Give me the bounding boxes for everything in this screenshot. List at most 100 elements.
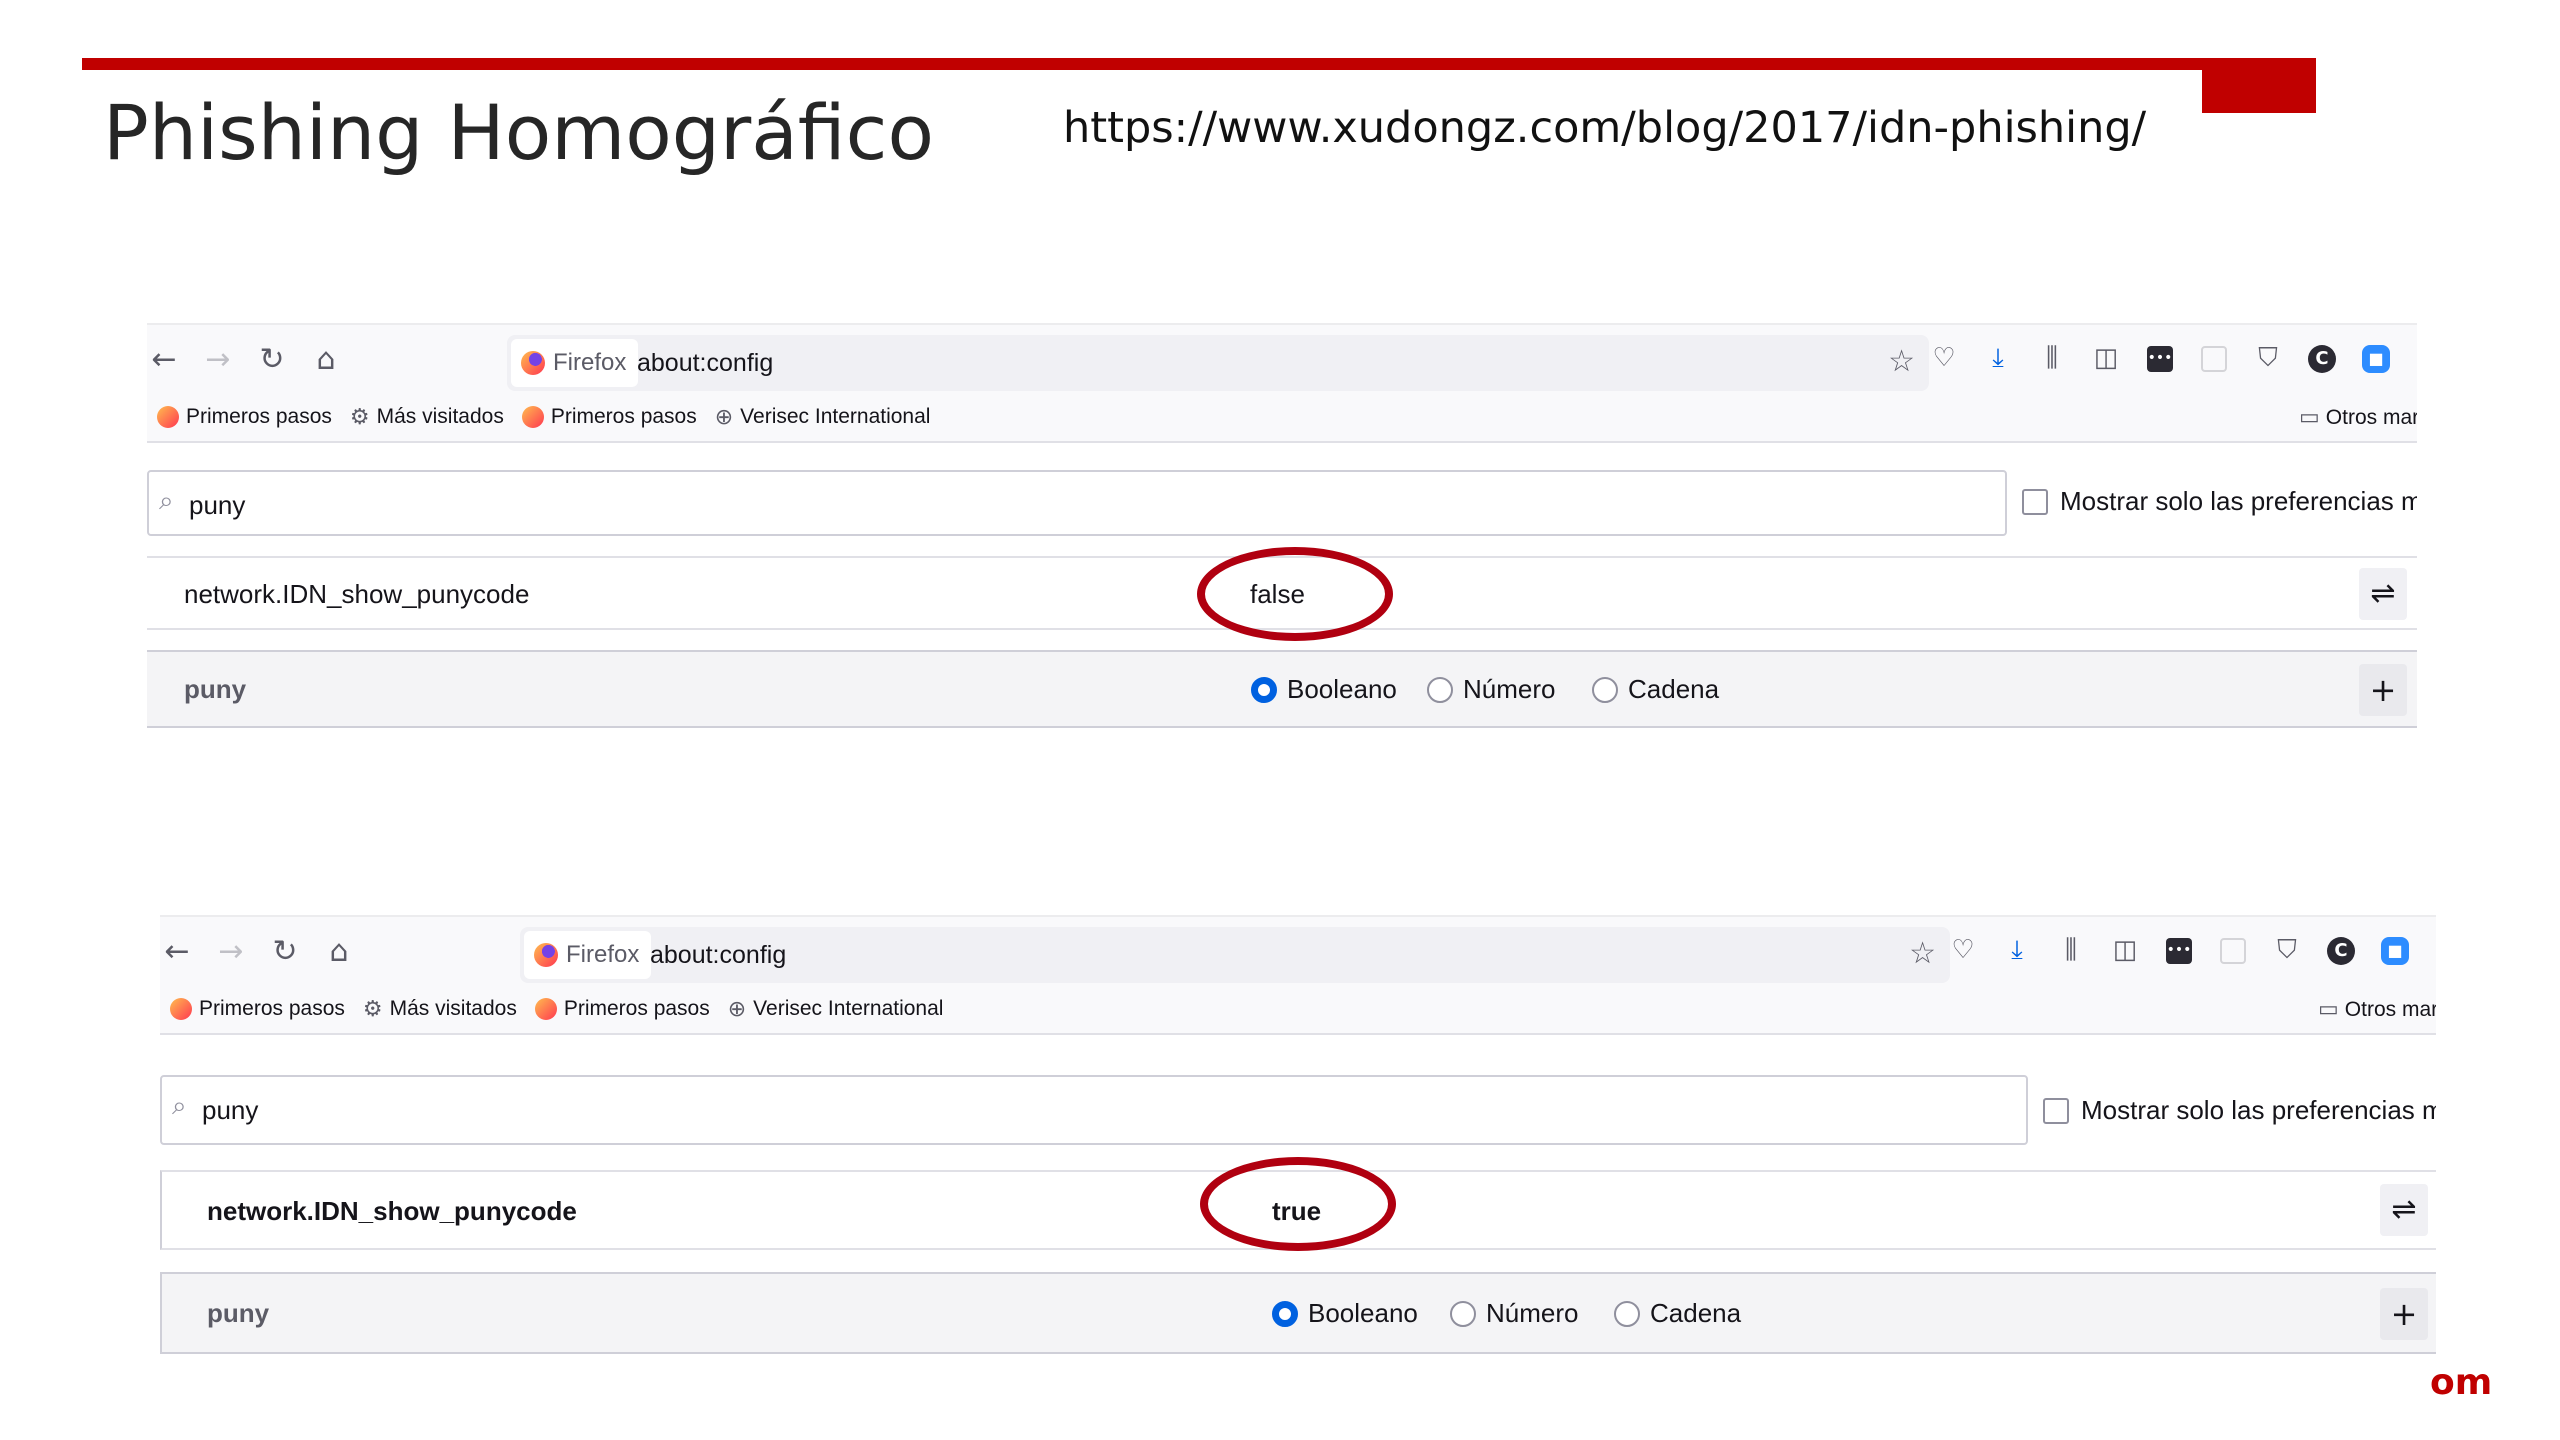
identity-box[interactable]: Firefox bbox=[524, 931, 652, 979]
extension-dark-icon[interactable]: ••• bbox=[2162, 931, 2196, 969]
title-accent-block bbox=[2202, 58, 2316, 113]
modified-only-label: Mostrar solo las preferencias modifi bbox=[2060, 486, 2417, 516]
firefox-logo-icon bbox=[521, 351, 545, 375]
bookmark-item[interactable]: ⊕ Verisec International bbox=[728, 997, 944, 1022]
back-arrow-icon[interactable]: ← bbox=[147, 343, 181, 377]
bookmark-item[interactable]: ⚙ Más visitados bbox=[363, 997, 517, 1022]
radio-string[interactable]: Cadena bbox=[1614, 1298, 1741, 1329]
browser-toolbar: ← → ↻ ⌂ Firefox about:config ☆ ♡ ⤓ ⫼ ◫ •… bbox=[147, 323, 2417, 393]
url-text[interactable]: about:config bbox=[637, 349, 773, 378]
preference-name: network.IDN_show_punycode bbox=[207, 1196, 577, 1226]
radio-button[interactable] bbox=[1450, 1300, 1476, 1327]
address-bar[interactable]: Firefox about:config ☆ bbox=[520, 927, 1950, 983]
toggle-button[interactable]: ⇌ bbox=[2359, 568, 2407, 620]
shield-extension-icon[interactable]: ⛉ bbox=[2251, 339, 2285, 377]
address-bar[interactable]: Firefox about:config ☆ bbox=[507, 335, 1929, 391]
bookmarks-toolbar: Primeros pasos ⚙ Más visitados Primeros p… bbox=[147, 393, 2417, 443]
library-icon[interactable]: ⫼ bbox=[2054, 931, 2088, 969]
downloads-icon[interactable]: ⤓ bbox=[2000, 931, 2034, 969]
library-icon[interactable]: ⫼ bbox=[2035, 339, 2069, 377]
radio-button-selected[interactable] bbox=[1272, 1300, 1298, 1327]
downloads-icon[interactable]: ⤓ bbox=[1981, 339, 2015, 377]
forward-arrow-icon[interactable]: → bbox=[201, 343, 235, 377]
bookmark-item[interactable]: ⊕ Verisec International bbox=[715, 405, 931, 430]
reload-icon[interactable]: ↻ bbox=[268, 935, 302, 969]
checkbox-box[interactable] bbox=[2022, 488, 2048, 515]
toolbar-icons: ♡ ⤓ ⫼ ◫ ••• ⛉ C ■ bbox=[1927, 339, 2393, 377]
url-text[interactable]: about:config bbox=[650, 941, 786, 970]
preference-search-input[interactable]: ⌕ puny bbox=[160, 1075, 2028, 1145]
toolbar-icons: ♡ ⤓ ⫼ ◫ ••• ⛉ C ■ bbox=[1946, 931, 2412, 969]
toggle-button[interactable]: ⇌ bbox=[2380, 1184, 2428, 1236]
back-arrow-icon[interactable]: ← bbox=[160, 935, 194, 969]
identity-label: Firefox bbox=[553, 349, 627, 376]
source-url: https://www.xudongz.com/blog/2017/idn-ph… bbox=[1063, 103, 2147, 153]
other-bookmarks[interactable]: ▭Otros marca bbox=[2318, 997, 2436, 1022]
search-icon: ⌕ bbox=[172, 1091, 187, 1121]
bookmark-star-icon[interactable]: ☆ bbox=[1909, 936, 1936, 971]
shield-extension-icon[interactable]: ⛉ bbox=[2270, 931, 2304, 969]
search-value: puny bbox=[189, 490, 246, 520]
new-preference-name: puny bbox=[184, 674, 247, 704]
forward-arrow-icon[interactable]: → bbox=[214, 935, 248, 969]
add-preference-button[interactable]: + bbox=[2359, 664, 2407, 716]
home-icon[interactable]: ⌂ bbox=[309, 343, 343, 377]
radio-string[interactable]: Cadena bbox=[1592, 674, 1719, 705]
search-icon: ⌕ bbox=[159, 486, 174, 516]
radio-button[interactable] bbox=[1427, 676, 1453, 703]
other-bookmarks[interactable]: ▭Otros marca bbox=[2299, 405, 2417, 430]
folder-icon: ▭ bbox=[2299, 405, 2320, 430]
radio-number[interactable]: Número bbox=[1427, 674, 1555, 705]
folder-icon: ▭ bbox=[2318, 997, 2339, 1022]
preference-search-input[interactable]: ⌕ puny bbox=[147, 470, 2007, 536]
extension-dark-icon[interactable]: ••• bbox=[2143, 339, 2177, 377]
bookmark-item[interactable]: Primeros pasos bbox=[534, 997, 710, 1021]
firefox-bookmark-icon bbox=[521, 406, 544, 428]
radio-boolean[interactable]: Booleano bbox=[1251, 674, 1397, 705]
reload-icon[interactable]: ↻ bbox=[255, 343, 289, 377]
gear-icon: ⚙ bbox=[362, 996, 383, 1022]
add-preference-button[interactable]: + bbox=[2380, 1288, 2428, 1340]
video-extension-icon[interactable]: ■ bbox=[2359, 339, 2393, 377]
search-value: puny bbox=[202, 1095, 259, 1125]
new-preference-row: puny Booleano Número Cadena + bbox=[160, 1272, 2436, 1354]
modified-only-checkbox[interactable]: Mostrar solo las preferencias modifi bbox=[2022, 486, 2417, 517]
home-icon[interactable]: ⌂ bbox=[322, 935, 356, 969]
screenshot-true-setting: ← → ↻ ⌂ Firefox about:config ☆ ♡ ⤓ ⫼ ◫ •… bbox=[160, 915, 2436, 1355]
extension-light-icon[interactable] bbox=[2197, 339, 2231, 377]
sidebar-icon[interactable]: ◫ bbox=[2089, 339, 2123, 377]
title-accent-bar bbox=[82, 58, 2212, 70]
firefox-bookmark-icon bbox=[534, 998, 557, 1020]
corner-text: om bbox=[2430, 1362, 2493, 1403]
new-preference-row: puny Booleano Número Cadena + bbox=[147, 650, 2417, 728]
bookmark-item[interactable]: ⚙ Más visitados bbox=[350, 405, 504, 430]
bookmark-item[interactable]: Primeros pasos bbox=[170, 997, 345, 1021]
identity-box[interactable]: Firefox bbox=[511, 339, 639, 387]
c-extension-icon[interactable]: C bbox=[2305, 339, 2339, 377]
bookmark-item[interactable]: Primeros pasos bbox=[157, 405, 332, 429]
identity-label: Firefox bbox=[566, 941, 640, 968]
bookmark-star-icon[interactable]: ☆ bbox=[1888, 344, 1915, 379]
new-preference-name: puny bbox=[207, 1298, 270, 1328]
c-extension-icon[interactable]: C bbox=[2324, 931, 2358, 969]
sidebar-icon[interactable]: ◫ bbox=[2108, 931, 2142, 969]
checkbox-box[interactable] bbox=[2043, 1097, 2069, 1124]
radio-button-selected[interactable] bbox=[1251, 676, 1277, 703]
screenshot-false-setting: ← → ↻ ⌂ Firefox about:config ☆ ♡ ⤓ ⫼ ◫ •… bbox=[147, 323, 2417, 728]
extension-light-icon[interactable] bbox=[2216, 931, 2250, 969]
modified-only-label: Mostrar solo las preferencias modific bbox=[2081, 1095, 2436, 1125]
modified-only-checkbox[interactable]: Mostrar solo las preferencias modific bbox=[2043, 1095, 2436, 1126]
gear-icon: ⚙ bbox=[349, 404, 370, 430]
pocket-icon[interactable]: ♡ bbox=[1927, 339, 1961, 377]
highlight-circle bbox=[1200, 1157, 1396, 1251]
globe-icon: ⊕ bbox=[727, 996, 747, 1022]
globe-icon: ⊕ bbox=[714, 404, 734, 430]
radio-number[interactable]: Número bbox=[1450, 1298, 1578, 1329]
pocket-icon[interactable]: ♡ bbox=[1946, 931, 1980, 969]
bookmark-item[interactable]: Primeros pasos bbox=[521, 405, 697, 429]
bookmarks-toolbar: Primeros pasos ⚙ Más visitados Primeros p… bbox=[160, 985, 2436, 1035]
radio-boolean[interactable]: Booleano bbox=[1272, 1298, 1418, 1329]
radio-button[interactable] bbox=[1592, 676, 1618, 703]
video-extension-icon[interactable]: ■ bbox=[2378, 931, 2412, 969]
radio-button[interactable] bbox=[1614, 1300, 1640, 1327]
